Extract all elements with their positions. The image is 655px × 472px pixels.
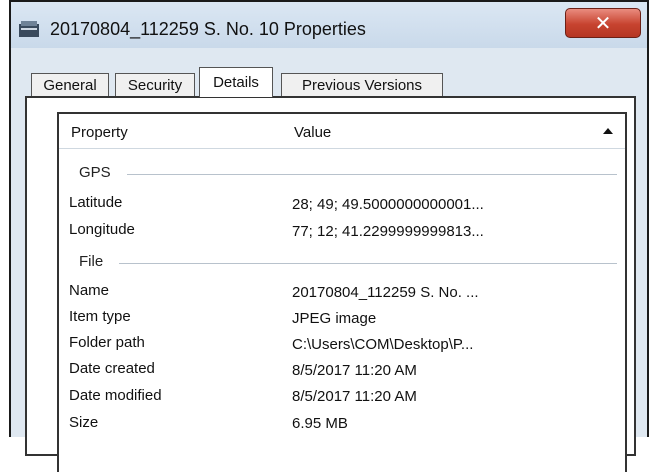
window-title: 20170804_112259 S. No. 10 Properties [50,19,366,39]
sort-ascending-icon [603,128,613,134]
close-icon: ✕ [594,12,612,35]
property-name: Longitude [69,221,135,238]
property-name: Date created [69,360,155,377]
property-value: C:\Users\COM\Desktop\P... [292,336,474,353]
property-value: 77; 12; 41.2299999999813... [292,223,484,240]
property-value: 8/5/2017 11:20 AM [292,362,417,379]
tab-strip: General Security Details Previous Versio… [11,65,647,97]
property-value: 20170804_112259 S. No. ... [292,284,479,301]
tab-security[interactable]: Security [115,73,195,96]
property-list[interactable]: Property Value GPS Latitude 28; 49; 49.5… [57,112,627,472]
group-divider [127,174,617,175]
tab-previous-versions[interactable]: Previous Versions [281,73,443,96]
property-name: Latitude [69,194,123,211]
group-divider [119,263,617,264]
properties-window: 20170804_112259 S. No. 10 Properties ✕ G… [9,0,649,472]
property-value: 28; 49; 49.5000000000001... [292,196,484,213]
folder-properties-icon [19,21,39,37]
property-value: JPEG image [292,310,377,327]
property-value: 6.95 MB [292,415,348,432]
group-header-file: File [79,253,104,270]
header-divider [59,148,625,149]
group-header-gps: GPS [79,164,111,181]
property-value: 8/5/2017 11:20 AM [292,388,417,405]
details-panel: Property Value GPS Latitude 28; 49; 49.5… [25,96,636,472]
title-bar[interactable]: 20170804_112259 S. No. 10 Properties ✕ [11,2,647,48]
column-header-value[interactable]: Value [294,124,331,141]
tab-details[interactable]: Details [199,67,273,97]
close-button[interactable]: ✕ [565,8,641,38]
property-name: Size [69,414,99,431]
property-name: Item type [69,308,131,325]
property-name: Date modified [69,387,162,404]
column-header-property[interactable]: Property [71,124,128,141]
tab-general[interactable]: General [31,73,109,96]
property-name: Folder path [69,334,145,351]
property-name: Name [69,282,110,299]
